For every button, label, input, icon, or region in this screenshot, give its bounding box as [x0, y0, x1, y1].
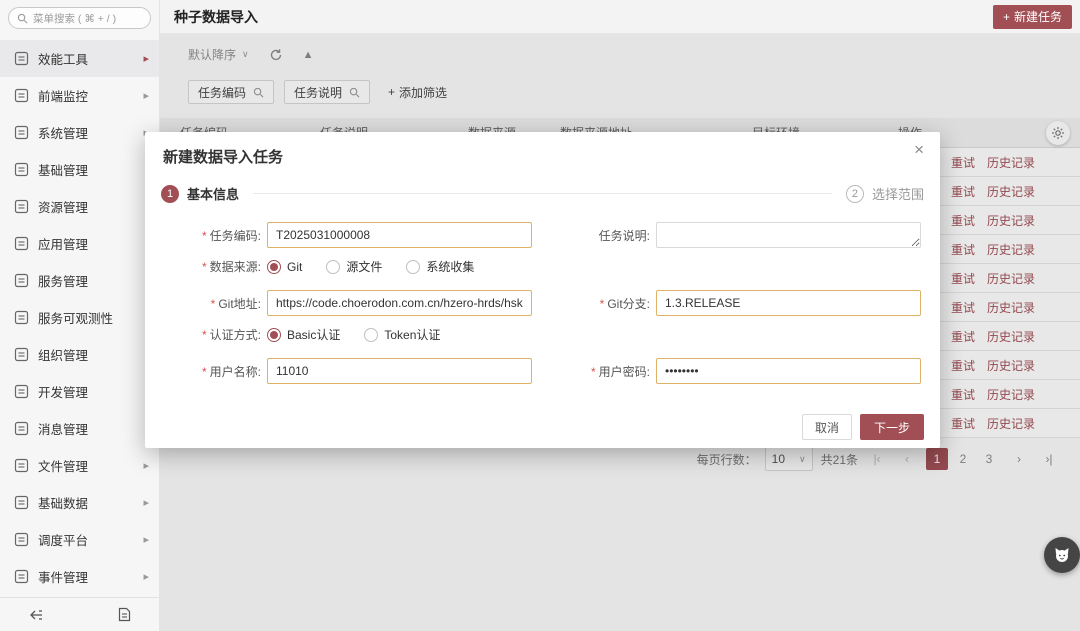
sidebar-item-efficiency-tools[interactable]: 效能工具 ▸ — [0, 40, 159, 77]
cat-icon — [1055, 548, 1069, 562]
sidebar: 菜单搜索 ( ⌘ + / ) 效能工具 ▸ 前端监控 ▸ 系统管理 ▸ 基础管理… — [0, 0, 160, 631]
radio-icon — [364, 327, 379, 342]
new-import-task-modal: 新建数据导入任务 × 1 基本信息 2 选择范围 *任务编码: 任务说明: *数… — [145, 132, 940, 448]
search-icon — [17, 13, 28, 23]
menu-item-icon — [14, 384, 29, 399]
sidebar-menu: 效能工具 ▸ 前端监控 ▸ 系统管理 ▸ 基础管理 ▸ 资源管理 ▸ 应用管理 … — [0, 40, 159, 595]
modal-form: *任务编码: 任务说明: *数据来源: Git 源文件 系统收集 *Git地址:… — [145, 132, 940, 448]
sidebar-item-scheduling-platform[interactable]: 调度平台 ▸ — [0, 521, 159, 558]
git-url-input[interactable] — [267, 290, 532, 316]
chevron-right-icon: ▸ — [143, 534, 149, 546]
radio-token-auth[interactable]: Token认证 — [364, 326, 440, 343]
menu-item-icon — [14, 51, 29, 66]
menu-item-label: 系统管理 — [38, 127, 89, 141]
chevron-right-icon: ▸ — [143, 497, 149, 509]
radio-selected-icon — [267, 327, 281, 342]
sidebar-item-service-management[interactable]: 服务管理 ▸ — [0, 262, 159, 299]
git-url-label: * Git地址: — [210, 296, 261, 311]
menu-search-placeholder: 菜单搜索 ( ⌘ + / ) — [33, 12, 117, 25]
radio-icon — [406, 259, 421, 274]
menu-item-icon — [14, 532, 29, 547]
username-label: * 用户名称: — [201, 364, 261, 379]
menu-item-icon — [14, 162, 29, 177]
username-input[interactable] — [267, 358, 532, 384]
menu-item-label: 效能工具 — [38, 53, 89, 67]
sidebar-item-message-management[interactable]: 消息管理 ▸ — [0, 410, 159, 447]
menu-item-label: 文件管理 — [38, 460, 89, 474]
sidebar-item-service-observability[interactable]: 服务可观测性 ▸ — [0, 299, 159, 336]
auth-type-radio-group: Basic认证 Token认证 — [267, 326, 464, 343]
menu-item-label: 基础数据 — [38, 497, 89, 511]
menu-item-label: 服务可观测性 — [38, 312, 114, 326]
modal-footer: 取消 下一步 — [801, 414, 924, 440]
git-branch-input[interactable] — [656, 290, 921, 316]
chevron-right-icon: ▸ — [143, 571, 149, 583]
menu-item-icon — [14, 199, 29, 214]
radio-system-collect[interactable]: 系统收集 — [406, 258, 474, 275]
topbar: 种子数据导入 + 新建任务 — [160, 0, 1080, 34]
new-task-button[interactable]: + 新建任务 — [992, 4, 1072, 29]
menu-item-label: 前端监控 — [38, 90, 89, 104]
menu-item-icon — [14, 495, 29, 510]
support-bubble[interactable] — [1044, 537, 1080, 573]
menu-item-icon — [14, 347, 29, 362]
sidebar-item-file-management[interactable]: 文件管理 ▸ — [0, 447, 159, 484]
document-icon[interactable] — [118, 607, 131, 622]
sidebar-item-frontend-monitoring[interactable]: 前端监控 ▸ — [0, 77, 159, 114]
menu-item-label: 事件管理 — [38, 571, 89, 585]
menu-item-label: 消息管理 — [38, 423, 89, 437]
sidebar-item-application-management[interactable]: 应用管理 ▸ — [0, 225, 159, 262]
sidebar-item-basic-data[interactable]: 基础数据 ▸ — [0, 484, 159, 521]
radio-git[interactable]: Git — [267, 259, 302, 274]
page-title: 种子数据导入 — [174, 8, 258, 25]
radio-selected-icon — [267, 259, 281, 274]
data-source-label: * 数据来源: — [201, 260, 261, 274]
menu-item-label: 应用管理 — [38, 238, 89, 252]
task-code-input[interactable] — [267, 222, 532, 248]
sidebar-item-organization-management[interactable]: 组织管理 ▸ — [0, 336, 159, 373]
chevron-right-icon: ▸ — [143, 90, 149, 102]
task-desc-label: 任务说明: — [598, 228, 650, 243]
cancel-button[interactable]: 取消 — [801, 414, 852, 440]
menu-item-icon — [14, 236, 29, 251]
plus-icon: + — [1002, 9, 1010, 24]
task-code-label: * 任务编码: — [201, 228, 261, 243]
auth-type-label: * 认证方式: — [201, 328, 261, 342]
menu-item-label: 调度平台 — [38, 534, 89, 548]
radio-source-file[interactable]: 源文件 — [326, 258, 382, 275]
menu-item-icon — [14, 125, 29, 140]
menu-item-icon — [14, 88, 29, 103]
sidebar-item-resource-management[interactable]: 资源管理 ▸ — [0, 188, 159, 225]
menu-item-label: 资源管理 — [38, 201, 89, 215]
menu-item-icon — [14, 273, 29, 288]
next-step-button[interactable]: 下一步 — [859, 414, 924, 440]
radio-basic-auth[interactable]: Basic认证 — [267, 326, 340, 343]
menu-item-label: 组织管理 — [38, 349, 89, 363]
chevron-right-icon: ▸ — [143, 53, 149, 65]
menu-item-icon — [14, 569, 29, 584]
task-desc-input[interactable] — [656, 222, 921, 248]
radio-icon — [326, 259, 341, 274]
password-label: * 用户密码: — [590, 364, 650, 379]
collapse-sidebar-icon[interactable] — [28, 608, 44, 622]
menu-item-icon — [14, 458, 29, 473]
sidebar-item-basic-management[interactable]: 基础管理 ▸ — [0, 151, 159, 188]
sidebar-item-system-management[interactable]: 系统管理 ▸ — [0, 114, 159, 151]
sidebar-item-event-management[interactable]: 事件管理 ▸ — [0, 558, 159, 595]
password-input[interactable] — [656, 358, 921, 384]
data-source-radio-group: Git 源文件 系统收集 — [267, 258, 498, 275]
menu-search-input[interactable]: 菜单搜索 ( ⌘ + / ) — [8, 7, 151, 29]
menu-item-label: 基础管理 — [38, 164, 89, 178]
sidebar-item-development-management[interactable]: 开发管理 ▸ — [0, 373, 159, 410]
menu-item-label: 开发管理 — [38, 386, 89, 400]
chevron-right-icon: ▸ — [143, 460, 149, 472]
sidebar-footer — [0, 597, 159, 631]
menu-item-icon — [14, 421, 29, 436]
menu-item-icon — [14, 310, 29, 325]
menu-item-label: 服务管理 — [38, 275, 89, 289]
git-branch-label: * Git分支: — [599, 296, 650, 311]
